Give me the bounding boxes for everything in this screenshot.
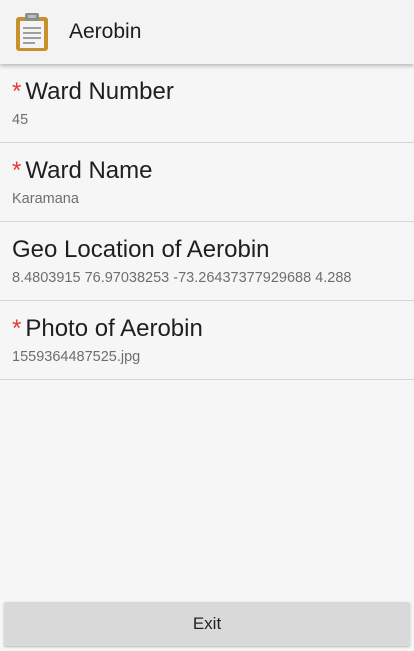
field-value: 8.4803915 76.97038253 -73.26437377929688… [12,270,352,286]
field-list: * Ward Number 45 * Ward Name Karamana Geo … [0,64,414,380]
app-bar: Aerobin [0,0,414,64]
required-marker: * [12,315,22,342]
screen: Aerobin * Ward Number 45 * Ward Name Karam… [0,0,414,651]
field-value: 45 [12,112,29,128]
field-value: 1559364487525.jpg [12,349,141,365]
field-label: * Ward Name [12,157,153,184]
clipboard-icon [14,12,50,52]
field-value: Karamana [12,191,79,207]
field-row-ward-name[interactable]: * Ward Name Karamana [0,143,414,222]
field-label: Geo Location of Aerobin [12,236,270,263]
exit-button[interactable]: Exit [4,602,410,646]
field-row-geo-location[interactable]: Geo Location of Aerobin 8.4803915 76.970… [0,222,414,301]
required-marker: * [12,78,22,105]
required-marker: * [12,157,22,184]
field-row-photo[interactable]: * Photo of Aerobin 1559364487525.jpg [0,301,414,380]
app-title: Aerobin [69,20,142,43]
field-label: * Ward Number [12,78,174,105]
field-row-ward-number[interactable]: * Ward Number 45 [0,64,414,143]
field-label: * Photo of Aerobin [12,315,203,342]
footer: Exit [0,600,414,651]
